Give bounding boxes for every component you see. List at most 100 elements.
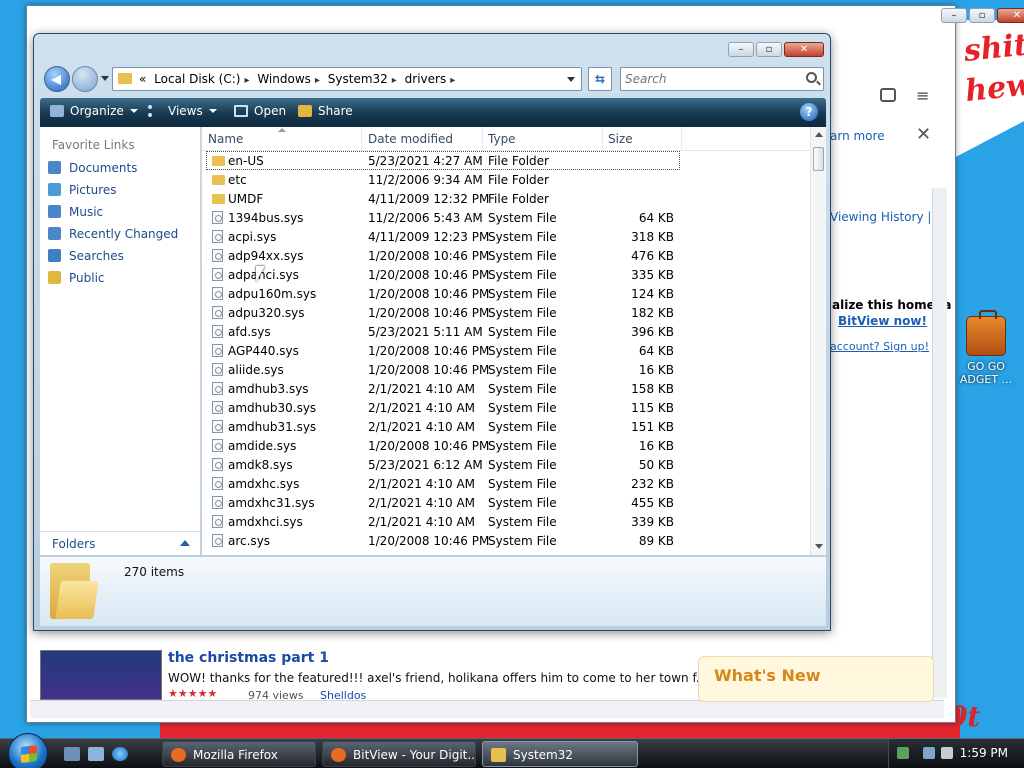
breadcrumb-item[interactable]: drivers xyxy=(405,72,447,86)
scroll-thumb[interactable] xyxy=(813,147,824,171)
file-row[interactable]: amdxhc31.sys 2/1/2021 4:10 AM System File 4… xyxy=(202,493,810,512)
video-title-link[interactable]: the christmas part 1 xyxy=(168,650,329,666)
close-notification-icon[interactable]: ✕ xyxy=(916,124,931,145)
column-divider[interactable] xyxy=(361,127,362,151)
browser-horizontal-scrollbar[interactable] xyxy=(30,700,944,718)
maximize-button[interactable]: ▫ xyxy=(969,8,995,23)
file-row[interactable]: adpahci.sys 1/20/2008 10:46 PM System File… xyxy=(202,265,810,284)
scroll-up-icon[interactable] xyxy=(815,132,823,137)
hamburger-menu-icon[interactable]: ≡ xyxy=(916,86,929,105)
switch-windows-icon[interactable] xyxy=(88,747,104,761)
file-type: System File xyxy=(488,230,557,244)
learn-more-link[interactable]: arn more xyxy=(830,129,885,143)
share-button[interactable]: Share xyxy=(298,104,353,118)
favorite-link-documents[interactable]: Documents xyxy=(48,161,137,181)
back-button[interactable] xyxy=(44,66,70,92)
chevron-right-icon[interactable]: ▸ xyxy=(450,75,455,86)
recent-pages-dropdown-icon[interactable] xyxy=(101,76,109,81)
file-row[interactable]: etc 11/2/2006 9:34 AM File Folder xyxy=(202,170,810,189)
favorite-link-searches[interactable]: Searches xyxy=(48,249,124,269)
file-row[interactable]: adpu320.sys 1/20/2008 10:46 PM System File… xyxy=(202,303,810,322)
address-bar[interactable]: « Local Disk (C:) ▸ Windows ▸ System32 ▸ dr… xyxy=(112,67,582,91)
minimize-button[interactable]: – xyxy=(728,42,754,57)
desktop-icon-gadget[interactable]: GO GO ADGET ... xyxy=(948,310,1024,386)
command-bar: Organize Views Open Share ? xyxy=(40,98,826,127)
favorite-link-label: Recently Changed xyxy=(69,227,179,241)
address-dropdown-icon[interactable] xyxy=(567,77,575,82)
video-user-link[interactable]: Shelldos xyxy=(320,689,366,702)
searches-icon xyxy=(48,249,61,262)
show-desktop-icon[interactable] xyxy=(64,747,80,761)
file-row[interactable]: amdxhci.sys 2/1/2021 4:10 AM System File 33… xyxy=(202,512,810,531)
search-input[interactable] xyxy=(625,69,795,89)
file-row[interactable]: adpu160m.sys 1/20/2008 10:46 PM System Fil… xyxy=(202,284,810,303)
join-link[interactable]: BitView now! xyxy=(838,314,927,328)
favorite-link-recently-changed[interactable]: Recently Changed xyxy=(48,227,178,247)
breadcrumb-overflow[interactable]: « xyxy=(139,72,146,86)
windows-defender-icon[interactable] xyxy=(897,747,909,759)
chevron-right-icon[interactable]: ▸ xyxy=(244,75,249,86)
help-button[interactable]: ? xyxy=(800,103,818,121)
close-icon: ✕ xyxy=(1012,10,1022,21)
viewing-history-link[interactable]: Viewing History | H xyxy=(830,210,944,224)
search-box[interactable] xyxy=(620,67,824,91)
file-row[interactable]: amdhub31.sys 2/1/2021 4:10 AM System File 1… xyxy=(202,417,810,436)
refresh-button[interactable]: ⇆ xyxy=(588,67,612,91)
taskbar-item-bitview[interactable]: BitView - Your Digit... xyxy=(322,741,476,767)
maximize-button[interactable]: ▫ xyxy=(756,42,782,57)
clock[interactable]: 1:59 PM xyxy=(960,746,1008,760)
file-row[interactable]: AGP440.sys 1/20/2008 10:46 PM System File 6… xyxy=(202,341,810,360)
close-button[interactable]: ✕ xyxy=(997,8,1024,23)
file-row[interactable]: acpi.sys 4/11/2009 12:23 PM System File 318… xyxy=(202,227,810,246)
desktop-icon-label: GO GO ADGET ... xyxy=(959,360,1013,386)
file-row[interactable]: amdk8.sys 5/23/2021 6:12 AM System File 50 … xyxy=(202,455,810,474)
taskbar-item-system32[interactable]: System32 xyxy=(482,741,638,767)
network-icon[interactable] xyxy=(923,747,935,759)
favorite-link-music[interactable]: Music xyxy=(48,205,103,225)
file-row[interactable]: aliide.sys 1/20/2008 10:46 PM System File 1… xyxy=(202,360,810,379)
start-button[interactable] xyxy=(8,733,48,768)
file-row[interactable]: amdhub3.sys 2/1/2021 4:10 AM System File 15… xyxy=(202,379,810,398)
favorite-link-public[interactable]: Public xyxy=(48,271,105,291)
signup-link[interactable]: account? Sign up! xyxy=(830,340,929,353)
organize-button[interactable]: Organize xyxy=(50,104,138,118)
internet-explorer-icon[interactable] xyxy=(112,747,128,761)
open-button[interactable]: Open xyxy=(234,104,286,118)
file-row[interactable]: en-US 5/23/2021 4:27 AM File Folder xyxy=(206,151,680,170)
file-row[interactable]: amdide.sys 1/20/2008 10:46 PM System File 1… xyxy=(202,436,810,455)
chevron-right-icon[interactable]: ▸ xyxy=(315,75,320,86)
breadcrumb-item[interactable]: System32 xyxy=(328,72,388,86)
column-divider[interactable] xyxy=(602,127,603,151)
file-list-scrollbar[interactable] xyxy=(810,127,826,555)
file-row[interactable]: amdxhc.sys 2/1/2021 4:10 AM System File 232… xyxy=(202,474,810,493)
file-row[interactable]: 1394bus.sys 11/2/2006 5:43 AM System File 6… xyxy=(202,208,810,227)
forward-button[interactable] xyxy=(72,66,98,92)
folders-toggle[interactable]: Folders xyxy=(40,531,200,555)
pocket-icon[interactable] xyxy=(880,88,896,102)
minimize-button[interactable]: – xyxy=(941,8,967,23)
file-row[interactable]: UMDF 4/11/2009 12:32 PM File Folder xyxy=(202,189,810,208)
browser-vertical-scrollbar[interactable] xyxy=(932,188,947,698)
refresh-icon: ⇆ xyxy=(594,72,606,86)
column-divider[interactable] xyxy=(482,127,483,151)
video-thumbnail[interactable] xyxy=(40,650,162,700)
taskbar-item-firefox[interactable]: Mozilla Firefox xyxy=(162,741,316,767)
volume-muted-icon[interactable] xyxy=(941,747,953,759)
views-button[interactable]: Views xyxy=(148,104,217,118)
breadcrumb-item[interactable]: Windows xyxy=(257,72,311,86)
chevron-right-icon[interactable]: ▸ xyxy=(392,75,397,86)
file-size: 124 KB xyxy=(631,287,674,301)
favorite-link-pictures[interactable]: Pictures xyxy=(48,183,117,203)
file-row[interactable]: amdhub30.sys 2/1/2021 4:10 AM System File 1… xyxy=(202,398,810,417)
scroll-down-icon[interactable] xyxy=(815,544,823,549)
file-size: 16 KB xyxy=(638,363,674,377)
file-row[interactable]: arc.sys 1/20/2008 10:46 PM System File 89 K… xyxy=(202,531,810,550)
file-row[interactable]: adp94xx.sys 1/20/2008 10:46 PM System File… xyxy=(202,246,810,265)
folder-icon xyxy=(212,194,225,204)
close-button[interactable]: ✕ xyxy=(784,42,824,57)
breadcrumb-item[interactable]: Local Disk (C:) xyxy=(154,72,240,86)
file-row[interactable]: afd.sys 5/23/2021 5:11 AM System File 396 K… xyxy=(202,322,810,341)
column-divider[interactable] xyxy=(681,127,682,151)
documents-icon xyxy=(48,161,61,174)
search-icon[interactable] xyxy=(806,72,817,83)
